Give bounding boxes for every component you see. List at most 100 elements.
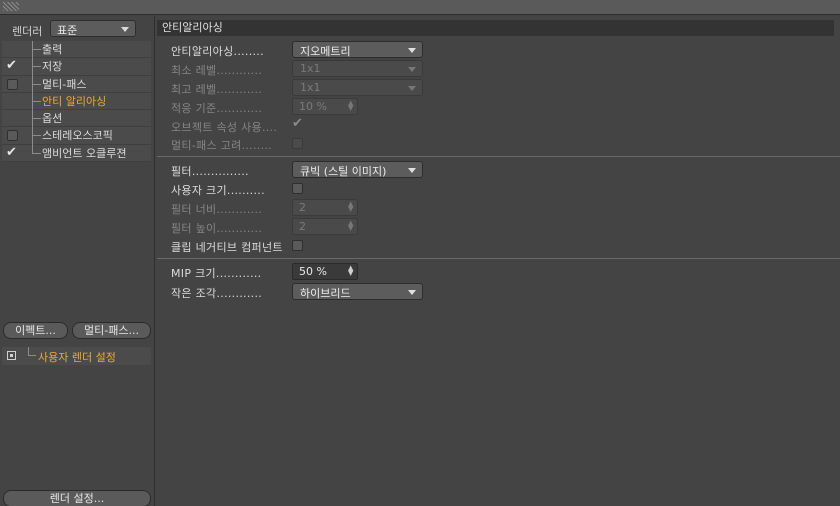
- filter-dropdown[interactable]: 큐빅 (스틸 이미지): [292, 161, 423, 178]
- chevron-down-icon: [408, 86, 416, 91]
- use-object-properties-label: 오브젝트 속성 사용....: [171, 121, 278, 134]
- filter-row: 필터............... 큐빅 (스틸 이미지): [171, 161, 831, 179]
- min-level-label: 최소 레벨............: [171, 64, 263, 77]
- tree-item-label: 앰비언트 오클루젼: [42, 146, 127, 160]
- micropolygon-value: 하이브리드: [300, 287, 351, 300]
- filter-label: 필터...............: [171, 165, 249, 178]
- filter-width-input[interactable]: 2 ▲ ▼: [292, 199, 358, 216]
- filter-value: 큐빅 (스틸 이미지): [300, 165, 387, 178]
- spinner-arrows-icon[interactable]: ▲ ▼: [348, 265, 354, 277]
- render-settings-button[interactable]: 렌더 설정...: [3, 490, 151, 506]
- mip-size-input[interactable]: 50 % ▲ ▼: [292, 263, 358, 280]
- settings-tree: 출력 ✔ 저장 멀티-패스 안티 알리아싱 옵션 스테레오스코픽 ✔ 앰비언트 …: [2, 41, 151, 163]
- stereoscopic-checkbox[interactable]: [7, 130, 18, 142]
- min-level-row: 최소 레벨............ 1x1: [171, 60, 831, 78]
- mip-size-value: 50 %: [299, 265, 327, 278]
- threshold-input[interactable]: 10 % ▲ ▼: [292, 98, 358, 115]
- tree-item-multipass[interactable]: 멀티-패스: [2, 75, 151, 94]
- mip-size-label: MIP 크기............: [171, 267, 262, 280]
- micropolygon-dropdown[interactable]: 하이브리드: [292, 283, 423, 300]
- tree-item-label: 스테레오스코픽: [42, 129, 113, 143]
- tree-item-stereoscopic[interactable]: 스테레오스코픽: [2, 127, 151, 146]
- custom-size-label: 사용자 크기..........: [171, 184, 265, 197]
- tree-connector: [32, 144, 41, 154]
- tree-item-save[interactable]: ✔ 저장: [2, 57, 151, 77]
- chevron-down-icon: [121, 27, 129, 32]
- render-settings-sidebar: 렌더러 표준 출력 ✔ 저장 멀티-패스 안티 알리아싱 옵션 스테레오스코픽 …: [0, 16, 155, 506]
- user-render-settings-label: 사용자 렌더 설정: [38, 351, 116, 364]
- tree-connector: [32, 110, 41, 120]
- chevron-down-icon: [408, 48, 416, 53]
- use-object-properties-checkbox[interactable]: ✔: [292, 116, 303, 131]
- tree-item-label: 멀티-패스: [42, 77, 87, 91]
- tree-connector: [32, 127, 41, 137]
- threshold-label: 적응 기준............: [171, 102, 263, 115]
- tree-item-options[interactable]: 옵션: [2, 110, 151, 129]
- spinner-arrows-icon[interactable]: ▲ ▼: [348, 220, 354, 232]
- threshold-row: 적응 기준............ 10 % ▲ ▼: [171, 98, 831, 116]
- custom-size-row: 사용자 크기..........: [171, 180, 831, 198]
- antialiasing-panel: 안티알리아싱 안티알리아싱........ 지오메트리 최소 레벨.......…: [157, 16, 840, 506]
- filter-height-label: 필터 높이............: [171, 222, 263, 235]
- section-title: 안티알리아싱: [157, 20, 834, 36]
- chevron-down-icon: [408, 168, 416, 173]
- renderer-label: 렌더러: [12, 25, 43, 38]
- mip-size-row: MIP 크기............ 50 % ▲ ▼: [171, 263, 831, 281]
- section-divider: [157, 258, 840, 259]
- chevron-down-icon: [408, 67, 416, 72]
- micropolygon-label: 작은 조각............: [171, 287, 263, 300]
- tree-connector: [32, 58, 41, 68]
- antialiasing-dropdown[interactable]: 지오메트리: [292, 41, 423, 58]
- filter-height-value: 2: [299, 220, 306, 233]
- chevron-down-icon: [408, 290, 416, 295]
- max-level-row: 최고 레벨............ 1x1: [171, 79, 831, 97]
- effect-button[interactable]: 이펙트...: [3, 322, 68, 339]
- antialiasing-row: 안티알리아싱........ 지오메트리: [171, 41, 831, 59]
- tree-item-label: 옵션: [42, 112, 63, 126]
- filter-width-value: 2: [299, 201, 306, 214]
- tree-item-label: 출력: [42, 43, 63, 56]
- clip-negative-row: 클립 네거티브 컴퍼넌트: [171, 237, 831, 255]
- micropolygon-row: 작은 조각............ 하이브리드: [171, 283, 831, 301]
- filter-width-label: 필터 너비............: [171, 203, 263, 216]
- tree-connector: [28, 347, 36, 356]
- custom-size-checkbox[interactable]: [292, 183, 303, 194]
- filter-height-row: 필터 높이............ 2 ▲ ▼: [171, 218, 831, 236]
- tree-item-antialiasing[interactable]: 안티 알리아싱: [2, 92, 151, 111]
- window-title-bar: [0, 0, 840, 15]
- tree-item-label: 안티 알리아싱: [42, 94, 107, 108]
- antialiasing-value: 지오메트리: [300, 45, 351, 58]
- multipass-button[interactable]: 멀티-패스...: [72, 322, 151, 339]
- clip-negative-checkbox[interactable]: [292, 240, 303, 251]
- spinner-arrows-icon[interactable]: ▲ ▼: [348, 201, 354, 213]
- tree-item-label: 저장: [42, 60, 63, 74]
- min-level-dropdown[interactable]: 1x1: [292, 60, 423, 77]
- max-level-label: 최고 레벨............: [171, 83, 263, 96]
- max-level-dropdown[interactable]: 1x1: [292, 79, 423, 96]
- renderer-dropdown[interactable]: 표준: [50, 20, 136, 37]
- max-level-value: 1x1: [300, 81, 321, 94]
- tree-connector: [32, 41, 41, 50]
- renderer-row: 렌더러 표준: [0, 20, 155, 38]
- renderer-value: 표준: [57, 24, 78, 37]
- consider-multipass-label: 멀티-패스 고려........: [171, 139, 272, 152]
- antialiasing-label: 안티알리아싱........: [171, 45, 264, 58]
- panel-grip-icon[interactable]: [3, 2, 19, 11]
- user-render-settings-item[interactable]: 사용자 렌더 설정: [2, 347, 151, 365]
- min-level-value: 1x1: [300, 62, 321, 75]
- tree-connector: [32, 75, 41, 85]
- settings-icon: [7, 351, 16, 360]
- filter-width-row: 필터 너비............ 2 ▲ ▼: [171, 199, 831, 217]
- spinner-arrows-icon[interactable]: ▲ ▼: [348, 100, 354, 112]
- threshold-value: 10 %: [299, 100, 327, 113]
- tree-item-ambient-occlusion[interactable]: ✔ 앰비언트 오클루젼: [2, 144, 151, 163]
- filter-height-input[interactable]: 2 ▲ ▼: [292, 218, 358, 235]
- section-divider: [157, 156, 840, 157]
- tree-item-output[interactable]: 출력: [2, 41, 151, 59]
- checkmark-icon[interactable]: ✔: [6, 57, 17, 74]
- checkmark-icon[interactable]: ✔: [6, 144, 17, 161]
- consider-multipass-checkbox[interactable]: [292, 138, 303, 149]
- multipass-checkbox[interactable]: [7, 78, 18, 90]
- clip-negative-label: 클립 네거티브 컴퍼넌트: [171, 241, 283, 254]
- use-object-properties-row: 오브젝트 속성 사용.... ✔: [171, 116, 831, 135]
